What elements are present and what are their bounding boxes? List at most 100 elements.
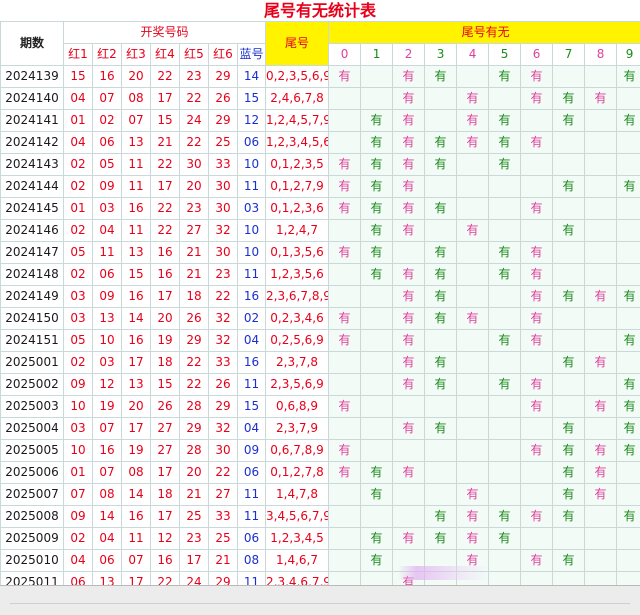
blue-ball-cell: 06 bbox=[238, 132, 266, 154]
red-ball-cell: 03 bbox=[93, 352, 122, 374]
red-ball-cell: 13 bbox=[93, 308, 122, 330]
presence-cell-4: 有 bbox=[457, 132, 489, 154]
red-ball-cell: 26 bbox=[180, 308, 209, 330]
blue-ball-cell: 09 bbox=[238, 440, 266, 462]
presence-cell-9 bbox=[617, 462, 640, 484]
period-cell: 2024151 bbox=[1, 330, 64, 352]
period-cell: 2025008 bbox=[1, 506, 64, 528]
presence-cell-9 bbox=[617, 352, 640, 374]
red-ball-cell: 17 bbox=[180, 550, 209, 572]
red-ball-cell: 03 bbox=[64, 418, 93, 440]
presence-cell-0 bbox=[329, 286, 361, 308]
presence-cell-9 bbox=[617, 88, 640, 110]
presence-cell-3: 有 bbox=[425, 506, 457, 528]
red-ball-cell: 18 bbox=[151, 484, 180, 506]
presence-cell-7 bbox=[553, 198, 585, 220]
red-ball-cell: 30 bbox=[209, 198, 238, 220]
presence-cell-8 bbox=[585, 418, 617, 440]
period-cell: 2025005 bbox=[1, 440, 64, 462]
red-ball-cell: 03 bbox=[64, 286, 93, 308]
red-ball-cell: 18 bbox=[180, 286, 209, 308]
red-ball-cell: 30 bbox=[209, 440, 238, 462]
table-row: 2025001020317182233162,3,7,8有有有有 bbox=[1, 352, 640, 374]
table-row: 2025009020411122325061,2,3,4,5有有有有有 bbox=[1, 528, 640, 550]
presence-cell-7 bbox=[553, 528, 585, 550]
table-row: 2025006010708172022060,1,2,7,8有有有有有 bbox=[1, 462, 640, 484]
presence-cell-6: 有 bbox=[521, 506, 553, 528]
presence-cell-0: 有 bbox=[329, 308, 361, 330]
red-ball-cell: 33 bbox=[209, 154, 238, 176]
presence-cell-7 bbox=[553, 374, 585, 396]
red-ball-cell: 15 bbox=[151, 110, 180, 132]
presence-cell-3: 有 bbox=[425, 308, 457, 330]
presence-cell-7: 有 bbox=[553, 484, 585, 506]
tail-digits-cell: 2,3,7,8 bbox=[266, 352, 329, 374]
presence-cell-1 bbox=[361, 286, 393, 308]
presence-cell-5: 有 bbox=[489, 264, 521, 286]
tail-digits-cell: 1,4,7,8 bbox=[266, 484, 329, 506]
red-ball-cell: 16 bbox=[151, 550, 180, 572]
presence-cell-2: 有 bbox=[393, 154, 425, 176]
red-ball-cell: 27 bbox=[151, 418, 180, 440]
red-ball-cell: 06 bbox=[93, 550, 122, 572]
table-row: 2025007070814182127111,4,7,8有有有有 bbox=[1, 484, 640, 506]
presence-cell-8 bbox=[585, 220, 617, 242]
tail-header: 尾号 bbox=[266, 22, 329, 66]
presence-cell-9 bbox=[617, 550, 640, 572]
presence-cell-3: 有 bbox=[425, 352, 457, 374]
red-ball-cell: 18 bbox=[151, 352, 180, 374]
red-ball-cell: 17 bbox=[151, 176, 180, 198]
presence-cell-9 bbox=[617, 154, 640, 176]
red-ball-cell: 15 bbox=[151, 374, 180, 396]
presence-cell-9: 有 bbox=[617, 110, 640, 132]
presence-cell-3 bbox=[425, 440, 457, 462]
presence-cell-4: 有 bbox=[457, 88, 489, 110]
presence-cell-3 bbox=[425, 330, 457, 352]
presence-cell-0: 有 bbox=[329, 198, 361, 220]
presence-cell-5 bbox=[489, 484, 521, 506]
red-ball-cell: 07 bbox=[122, 110, 151, 132]
presence-cell-2: 有 bbox=[393, 264, 425, 286]
presence-cell-9: 有 bbox=[617, 286, 640, 308]
table-row: 2025010040607161721081,4,6,7有有有有 bbox=[1, 550, 640, 572]
table-row: 2025002091213152226112,3,5,6,9有有有有有 bbox=[1, 374, 640, 396]
red-ball-cell: 21 bbox=[180, 264, 209, 286]
presence-cell-9 bbox=[617, 264, 640, 286]
presence-cell-0 bbox=[329, 528, 361, 550]
red-ball-cell: 13 bbox=[122, 374, 151, 396]
tail-digits-cell: 0,1,2,3,6 bbox=[266, 198, 329, 220]
presence-cell-4 bbox=[457, 374, 489, 396]
digit-header-2: 2 bbox=[393, 44, 425, 66]
presence-cell-4: 有 bbox=[457, 550, 489, 572]
presence-cell-7 bbox=[553, 264, 585, 286]
table-row: 2025008091416172533113,4,5,6,7,9有有有有有有 bbox=[1, 506, 640, 528]
red-ball-cell: 07 bbox=[64, 484, 93, 506]
presence-cell-0: 有 bbox=[329, 440, 361, 462]
presence-cell-3 bbox=[425, 110, 457, 132]
bottom-scrollbar[interactable] bbox=[0, 585, 640, 615]
red-ball-cell: 07 bbox=[93, 418, 122, 440]
blue-ball-cell: 14 bbox=[238, 66, 266, 88]
presence-cell-5 bbox=[489, 88, 521, 110]
presence-cell-5: 有 bbox=[489, 154, 521, 176]
presence-cell-5 bbox=[489, 198, 521, 220]
red-ball-cell: 26 bbox=[151, 396, 180, 418]
period-cell: 2025001 bbox=[1, 352, 64, 374]
presence-cell-6: 有 bbox=[521, 308, 553, 330]
presence-cell-1: 有 bbox=[361, 550, 393, 572]
presence-cell-4 bbox=[457, 198, 489, 220]
presence-cell-1: 有 bbox=[361, 176, 393, 198]
digit-header-7: 7 bbox=[553, 44, 585, 66]
table-row: 2024146020411222732101,2,4,7有有有有 bbox=[1, 220, 640, 242]
presence-cell-4 bbox=[457, 418, 489, 440]
presence-cell-9: 有 bbox=[617, 330, 640, 352]
red-ball-cell: 25 bbox=[209, 132, 238, 154]
red-ball-cell: 14 bbox=[122, 308, 151, 330]
presence-cell-1 bbox=[361, 308, 393, 330]
blue-ball-cell: 06 bbox=[238, 528, 266, 550]
presence-cell-5 bbox=[489, 176, 521, 198]
presence-cell-5 bbox=[489, 418, 521, 440]
red-ball-cell: 16 bbox=[151, 264, 180, 286]
presence-cell-8 bbox=[585, 198, 617, 220]
blue-ball-cell: 16 bbox=[238, 352, 266, 374]
